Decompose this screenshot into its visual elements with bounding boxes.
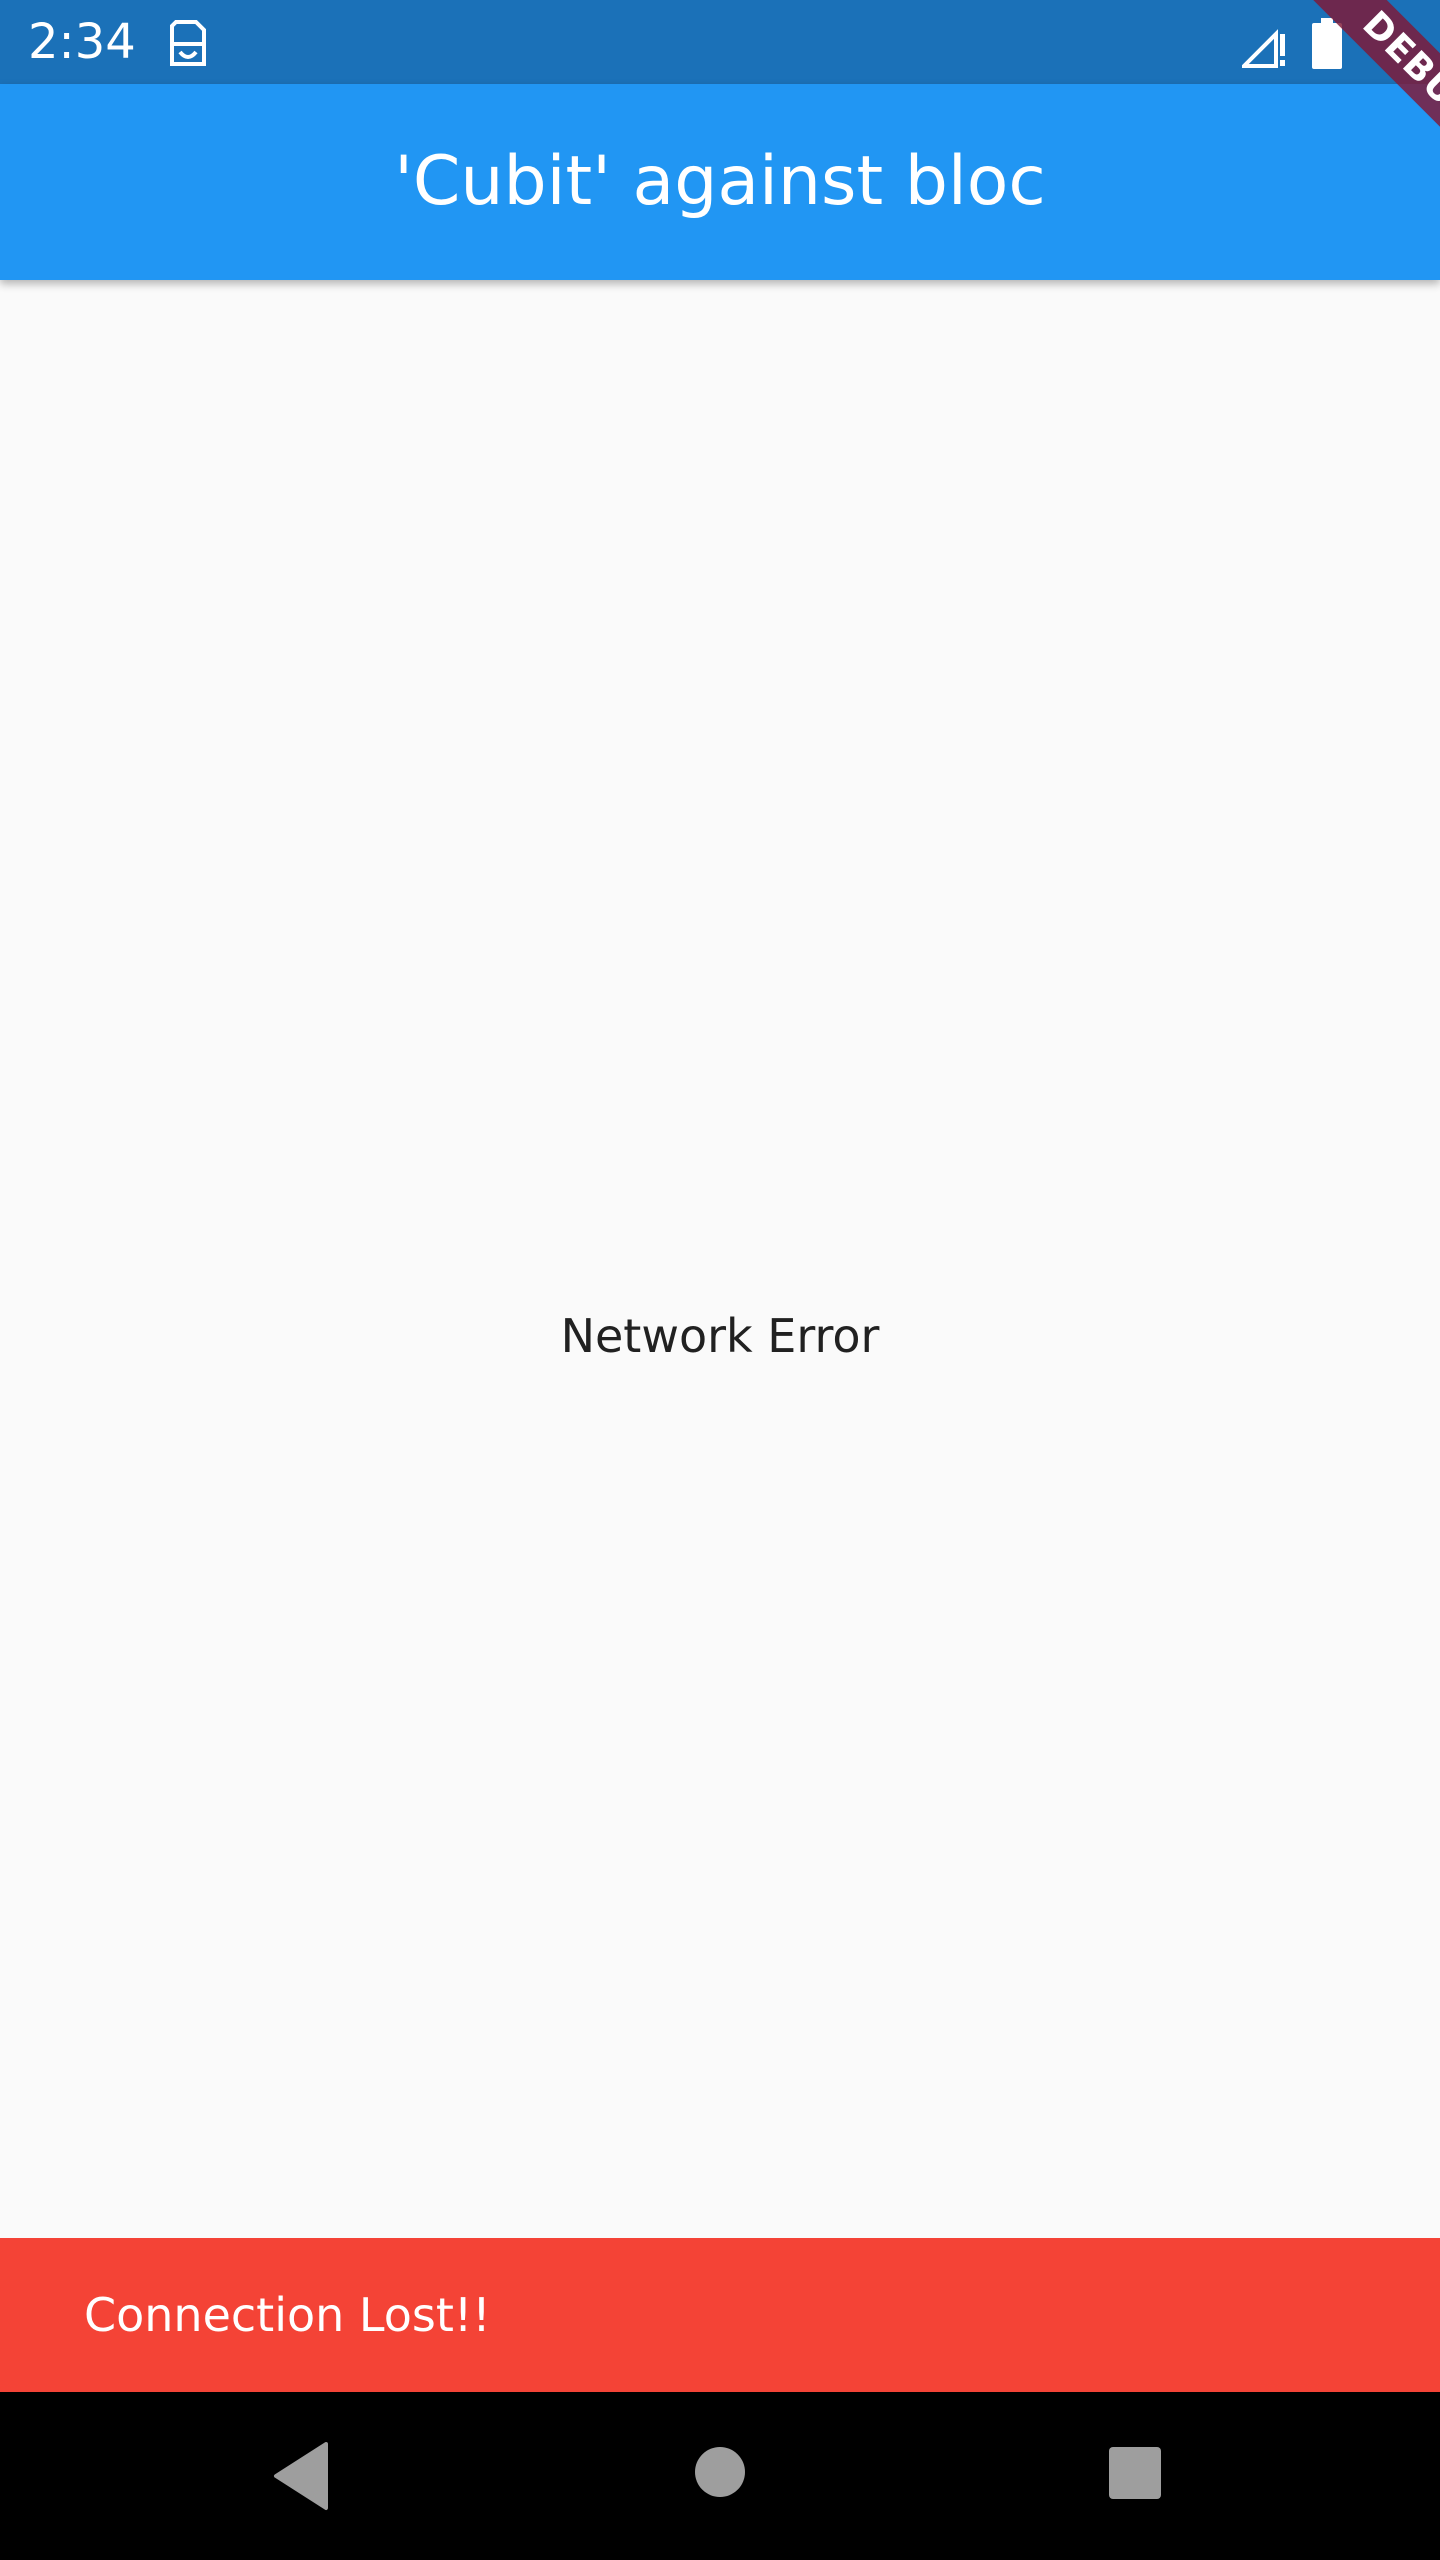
recents-square-icon[interactable] — [1108, 2446, 1162, 2500]
app-bar: 'Cubit' against bloc — [0, 84, 1440, 280]
home-circle-icon[interactable] — [694, 2446, 746, 2498]
status-time: 2:34 — [28, 14, 136, 70]
main-content: Network Error — [0, 280, 1440, 2238]
network-error-message: Network Error — [560, 1309, 880, 1363]
sim-card-icon — [168, 18, 208, 68]
debug-banner-label: DEBUG — [1288, 0, 1440, 202]
snackbar[interactable]: Connection Lost!! — [0, 2238, 1440, 2392]
back-triangle-icon[interactable] — [270, 2436, 330, 2516]
status-bar: 2:34 — [0, 0, 1440, 84]
debug-banner: DEBUG — [1230, 0, 1440, 210]
system-navigation-bar — [0, 2392, 1440, 2560]
page-title: 'Cubit' against bloc — [394, 142, 1046, 221]
snackbar-text: Connection Lost!! — [84, 2288, 491, 2342]
